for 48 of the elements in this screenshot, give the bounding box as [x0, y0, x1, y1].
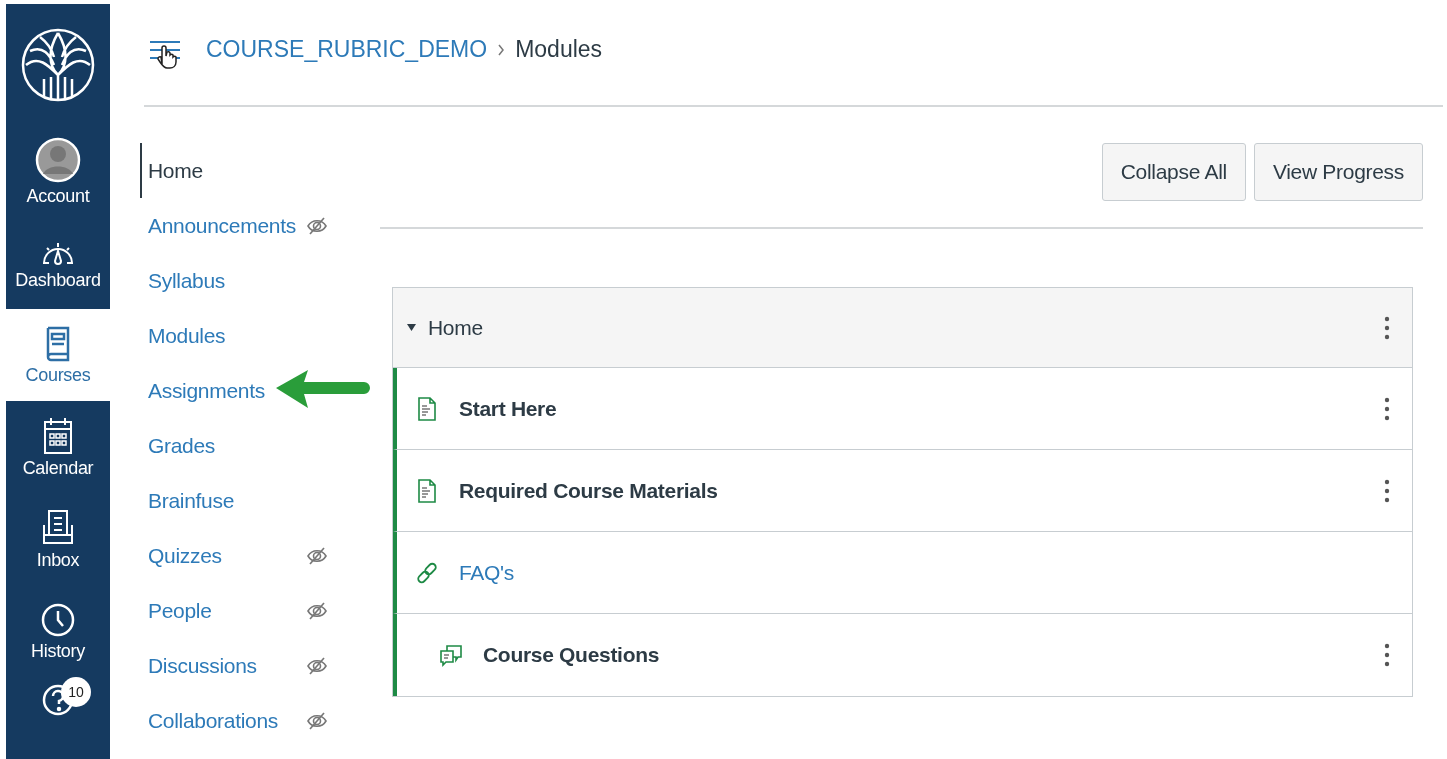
- kebab-menu-icon[interactable]: [1384, 643, 1390, 667]
- course-nav-link[interactable]: Collaborations: [140, 704, 279, 737]
- course-nav-link[interactable]: Syllabus: [140, 264, 225, 297]
- module-item-row[interactable]: FAQ's: [393, 532, 1412, 614]
- module-item-row[interactable]: Required Course Materials: [393, 450, 1412, 532]
- module-item-title[interactable]: Required Course Materials: [459, 474, 1384, 507]
- course-nav-link[interactable]: People: [140, 594, 212, 627]
- course-nav-link[interactable]: Grades: [140, 429, 216, 462]
- document-icon: [418, 396, 436, 421]
- course-nav-link[interactable]: Brainfuse: [140, 484, 235, 517]
- course-nav-link[interactable]: Assignments: [140, 374, 265, 407]
- notification-badge: 10: [61, 677, 91, 707]
- kebab-menu-icon[interactable]: [1384, 478, 1390, 503]
- module-item-row[interactable]: Start Here: [393, 368, 1412, 450]
- chevron-right-icon: [497, 43, 506, 56]
- document-icon: [418, 478, 436, 503]
- breadcrumb-current: Modules: [515, 35, 603, 65]
- module-item-row[interactable]: Course Questions: [393, 614, 1412, 696]
- global-nav-item[interactable]: Account: [6, 125, 110, 217]
- clock-icon[interactable]: [40, 602, 76, 638]
- course-nav-link[interactable]: Announcements: [140, 209, 296, 242]
- discussion-icon: [439, 643, 463, 667]
- module-header[interactable]: Home: [393, 288, 1412, 368]
- kebab-menu-icon[interactable]: [1384, 315, 1390, 340]
- module-title: Home: [428, 314, 484, 341]
- module-item-title[interactable]: Course Questions: [483, 639, 1384, 671]
- logo-link[interactable]: [6, 4, 110, 125]
- toolbar-button[interactable]: Collapse All: [1101, 143, 1246, 201]
- inbox-icon[interactable]: [41, 509, 75, 547]
- kebab-menu-icon[interactable]: [1384, 396, 1390, 421]
- module-item-title[interactable]: FAQ's: [459, 556, 1390, 589]
- global-nav-item[interactable]: History: [6, 585, 110, 677]
- global-nav-item[interactable]: Inbox: [6, 493, 110, 585]
- global-nav-item[interactable]: Dashboard: [6, 217, 110, 309]
- course-nav-link[interactable]: Quizzes: [140, 539, 222, 572]
- course-nav-link[interactable]: Modules: [140, 319, 226, 352]
- global-nav-item[interactable]: 10: [6, 677, 110, 759]
- link-icon: [415, 560, 439, 585]
- global-nav-item[interactable]: Calendar: [6, 401, 110, 493]
- breadcrumb-link[interactable]: COURSE_RUBRIC_DEMO: [206, 32, 488, 67]
- calendar-icon[interactable]: [43, 417, 73, 455]
- module-item-title[interactable]: Start Here: [459, 392, 1384, 425]
- book-icon[interactable]: [45, 326, 71, 362]
- caret-down-icon[interactable]: [407, 324, 416, 331]
- course-nav-link[interactable]: Discussions: [140, 649, 257, 682]
- avatar-icon[interactable]: [35, 137, 81, 183]
- course-nav-link[interactable]: Home: [140, 142, 203, 199]
- toolbar-button[interactable]: View Progress: [1253, 143, 1423, 201]
